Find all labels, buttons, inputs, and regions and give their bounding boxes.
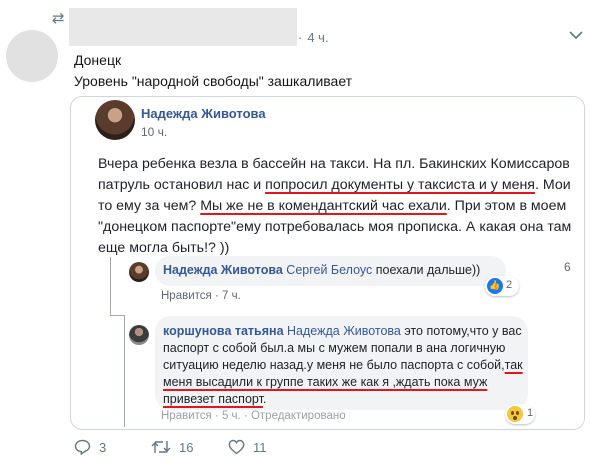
fb-post-text: Вчера ребенка везла в бассейн на такси. …	[98, 154, 578, 259]
like-button[interactable]: 11	[228, 439, 267, 455]
comment2-mention: Надежда Животова	[287, 324, 401, 338]
comment2-reactions: 1	[505, 404, 535, 424]
facebook-post: Надежда Животова 10 ч. Вчера ребенка вез…	[81, 97, 584, 429]
chevron-down-icon[interactable]	[569, 30, 583, 40]
tweet-actions: 3 16 11	[0, 436, 591, 460]
comment1-body: поехали дальше))	[372, 263, 481, 277]
comment1-mention: Сергей Белоус	[286, 263, 373, 277]
reply-button[interactable]: 3	[74, 439, 106, 455]
retweet-icon	[151, 441, 171, 453]
like-icon: 👍	[487, 278, 503, 294]
retweet-count: 16	[179, 439, 194, 455]
comment1-avatar	[129, 262, 149, 282]
comment1-text: Надежда Животова Сергей Белоус поехали д…	[163, 263, 480, 277]
comment1-like-link: Нравится	[161, 290, 212, 302]
thread-line-branch	[110, 315, 124, 316]
tweet-text-line2: Уровень "народной свободы" зашкаливает	[74, 73, 353, 89]
comment2-avatar	[129, 325, 149, 345]
embedded-screenshot[interactable]: Надежда Животова 10 ч. Вчера ребенка вез…	[70, 96, 585, 430]
comment1-side-number: 6	[564, 260, 571, 274]
reply-count: 3	[99, 439, 107, 455]
like-count: 11	[253, 439, 267, 455]
retweet-icon: ⇄	[52, 9, 65, 27]
tweet-time[interactable]: · 4 ч.	[298, 30, 329, 45]
comment2-body2: .	[262, 392, 267, 406]
fb-author-avatar	[95, 100, 135, 140]
reply-icon	[74, 439, 91, 455]
thread-line-reply	[124, 315, 125, 427]
retweet-button[interactable]: 16	[151, 439, 193, 455]
fb-post-time: 10 ч.	[141, 125, 168, 139]
tweet-text-line1: Донецк	[74, 52, 122, 68]
thread-line	[110, 257, 111, 315]
avatar[interactable]	[6, 30, 58, 82]
comment1-time: 7 ч.	[221, 290, 241, 302]
comment1-reactions: 👍 2	[485, 276, 519, 296]
heart-icon	[228, 439, 245, 455]
comment2-author: коршунова татьяна	[163, 324, 284, 338]
time-separator: ·	[298, 30, 303, 45]
wow-icon	[507, 406, 523, 422]
fb-author-name: Надежда Животова	[141, 106, 266, 121]
fb-text-underlined2: Мы же не в комендантский час ехали	[200, 198, 447, 214]
fb-text-underlined1: попросил документы у таксиста и у меня	[265, 177, 535, 193]
comment2-text: коршунова татьяна Надежда Животова это п…	[163, 323, 523, 408]
tweet-time-label: 4 ч.	[307, 30, 329, 45]
comment1-meta: Нравится · 7 ч.	[161, 290, 241, 302]
comment2-reaction-count: 1	[527, 407, 534, 419]
comment1-author: Надежда Животова	[163, 263, 283, 277]
redacted-user-name	[69, 8, 297, 46]
comment1-reaction-count: 2	[506, 279, 513, 291]
comment2-meta: Нравится · 5 ч. · Отредактировано	[161, 410, 346, 422]
